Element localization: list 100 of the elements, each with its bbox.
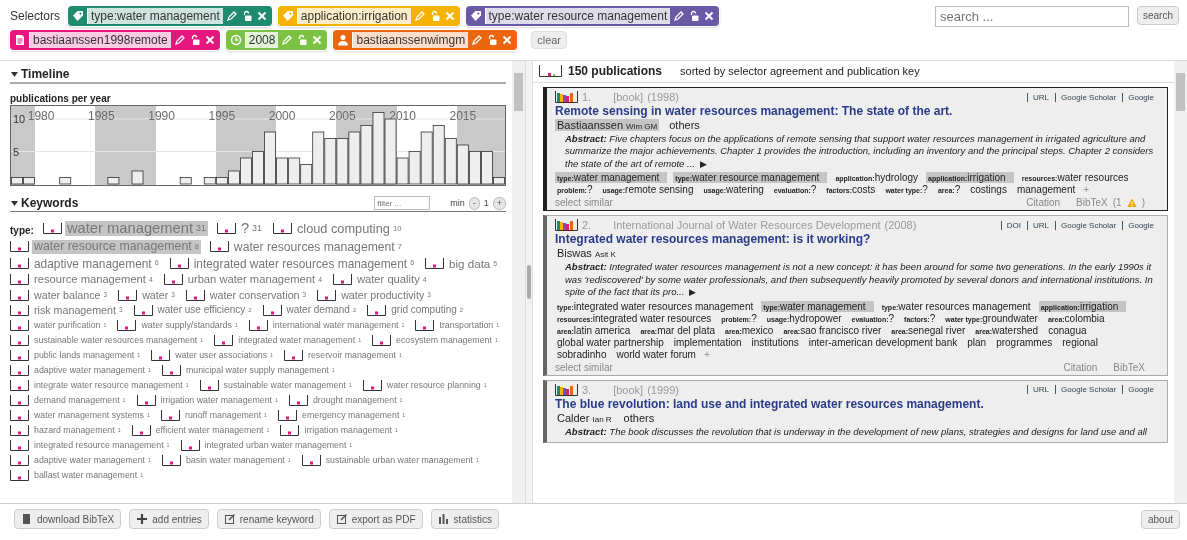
bar[interactable] bbox=[456, 144, 469, 185]
bar[interactable] bbox=[396, 157, 409, 185]
decrease-button[interactable]: - bbox=[468, 196, 480, 210]
author-name[interactable]: others bbox=[667, 119, 702, 131]
selector-chip[interactable]: type:water management bbox=[68, 6, 272, 26]
splitter-handle[interactable] bbox=[527, 265, 531, 299]
increase-button[interactable]: + bbox=[492, 196, 506, 210]
scrollbar-thumb[interactable] bbox=[1176, 73, 1185, 111]
bar[interactable] bbox=[408, 151, 421, 185]
bar[interactable] bbox=[300, 164, 313, 185]
author-name[interactable]: others bbox=[621, 411, 657, 424]
sort-description: sorted by selector agreement and publication key bbox=[680, 65, 920, 77]
external-link[interactable]: Google bbox=[1122, 92, 1159, 102]
external-link[interactable]: Google Scholar bbox=[1055, 220, 1122, 230]
bar[interactable] bbox=[59, 177, 72, 185]
edit-icon[interactable] bbox=[173, 34, 186, 46]
bar[interactable] bbox=[11, 177, 23, 185]
bar[interactable] bbox=[360, 125, 373, 185]
bar[interactable] bbox=[107, 177, 120, 185]
author-name[interactable]: Biswas Asit K bbox=[555, 247, 618, 260]
bar[interactable] bbox=[372, 112, 385, 185]
scrollbar[interactable] bbox=[1174, 61, 1187, 503]
external-link[interactable]: URL bbox=[1027, 385, 1055, 395]
bar[interactable] bbox=[179, 177, 192, 185]
bar[interactable] bbox=[481, 151, 493, 185]
keyword-tag[interactable]: management bbox=[1014, 184, 1078, 196]
bar[interactable] bbox=[468, 151, 481, 185]
toolbar-button[interactable]: export as PDF bbox=[328, 509, 423, 529]
keyword-tag[interactable]: plan bbox=[965, 336, 989, 348]
search-button[interactable]: search bbox=[1137, 6, 1179, 25]
external-link[interactable]: Google Scholar bbox=[1055, 385, 1122, 395]
publication-title[interactable]: Remote sensing in water resources management: The state of the art. bbox=[555, 104, 1159, 118]
keyword-chart-icon bbox=[10, 365, 29, 377]
bar[interactable] bbox=[384, 118, 397, 185]
clear-button[interactable]: clear bbox=[531, 31, 568, 49]
scrollbar-thumb[interactable] bbox=[514, 73, 523, 111]
bar[interactable] bbox=[336, 138, 349, 185]
search-field[interactable]: search ... bbox=[935, 6, 1129, 27]
publication-title[interactable]: Integrated water resources management: is it working? bbox=[555, 232, 1159, 247]
toolbar-button[interactable]: add entries bbox=[129, 509, 209, 529]
publication-title[interactable]: The blue revolution: land use and integrated water resources management. bbox=[555, 396, 1159, 411]
keyword-tag[interactable]: institutions bbox=[749, 336, 801, 348]
bar[interactable] bbox=[252, 151, 264, 185]
external-link[interactable]: Google Scholar bbox=[1055, 92, 1122, 102]
keyword-tag[interactable]: regional bbox=[1060, 336, 1100, 348]
collapse-caret-icon[interactable] bbox=[10, 198, 19, 208]
bar[interactable] bbox=[324, 138, 337, 185]
close-icon[interactable] bbox=[255, 10, 268, 22]
about-button[interactable]: about bbox=[1140, 509, 1180, 529]
lock-icon[interactable] bbox=[486, 34, 499, 46]
bar[interactable] bbox=[312, 131, 325, 185]
bar[interactable] bbox=[264, 131, 276, 185]
bar[interactable] bbox=[228, 170, 240, 185]
filter-field[interactable]: filter ... bbox=[374, 196, 431, 210]
bar[interactable] bbox=[23, 177, 35, 185]
keyword-tag[interactable]: sobradinho bbox=[555, 348, 609, 360]
bar[interactable] bbox=[240, 157, 252, 185]
keyword-tag[interactable]: implementation bbox=[671, 336, 744, 348]
close-icon[interactable] bbox=[203, 34, 216, 46]
bar[interactable] bbox=[203, 177, 216, 185]
external-link[interactable]: URL bbox=[1027, 92, 1055, 102]
keyword-tag[interactable]: inter-american development bank bbox=[806, 336, 960, 348]
expand-abstract-button[interactable]: ▶ bbox=[699, 158, 707, 169]
bar[interactable] bbox=[444, 138, 457, 185]
bar[interactable] bbox=[276, 157, 288, 185]
toolbar-button[interactable]: download BibTeX bbox=[14, 509, 122, 529]
bar[interactable] bbox=[348, 131, 361, 185]
bar[interactable] bbox=[420, 131, 433, 185]
scrollbar[interactable] bbox=[512, 61, 525, 503]
toolbar-button[interactable]: statistics bbox=[430, 509, 499, 529]
bar[interactable] bbox=[288, 157, 301, 185]
section-title[interactable]: Timeline bbox=[21, 67, 70, 81]
expand-abstract-button[interactable]: ▶ bbox=[689, 287, 696, 298]
external-link[interactable]: DOI bbox=[1000, 220, 1027, 230]
collapse-caret-icon[interactable] bbox=[10, 69, 19, 79]
bar[interactable] bbox=[131, 170, 144, 185]
edit-icon[interactable] bbox=[673, 10, 686, 22]
bar[interactable] bbox=[432, 125, 445, 185]
toolbar-button[interactable]: rename keyword bbox=[216, 509, 321, 529]
selector-chip[interactable]: bastiaanssenwimgm bbox=[333, 30, 518, 50]
bar[interactable] bbox=[493, 177, 505, 185]
keyword-tag[interactable]: conagua bbox=[1046, 324, 1089, 336]
lock-icon[interactable] bbox=[688, 10, 701, 22]
close-icon[interactable] bbox=[501, 34, 514, 46]
external-link[interactable]: Google bbox=[1122, 220, 1159, 230]
selector-chip[interactable]: bastiaanssen1998remote bbox=[10, 30, 220, 50]
close-icon[interactable] bbox=[703, 10, 716, 22]
selector-chip[interactable]: type:water resource management bbox=[465, 6, 720, 26]
keyword-tag[interactable]: world water forum bbox=[614, 348, 698, 360]
external-link[interactable]: Google bbox=[1122, 385, 1159, 395]
external-link[interactable]: URL bbox=[1027, 220, 1055, 230]
keyword-tag[interactable]: costings bbox=[968, 184, 1009, 196]
section-title[interactable]: Keywords bbox=[21, 196, 79, 210]
keyword-tag[interactable]: programmes bbox=[994, 336, 1055, 348]
edit-icon[interactable] bbox=[225, 10, 238, 22]
keyword-tag[interactable]: global water partnership bbox=[555, 336, 666, 348]
author-name[interactable]: Calder Ian R bbox=[555, 411, 614, 424]
edit-icon[interactable] bbox=[471, 34, 484, 46]
bar[interactable] bbox=[215, 177, 228, 185]
author-name[interactable]: Bastiaanssen Wim GM bbox=[555, 119, 660, 131]
